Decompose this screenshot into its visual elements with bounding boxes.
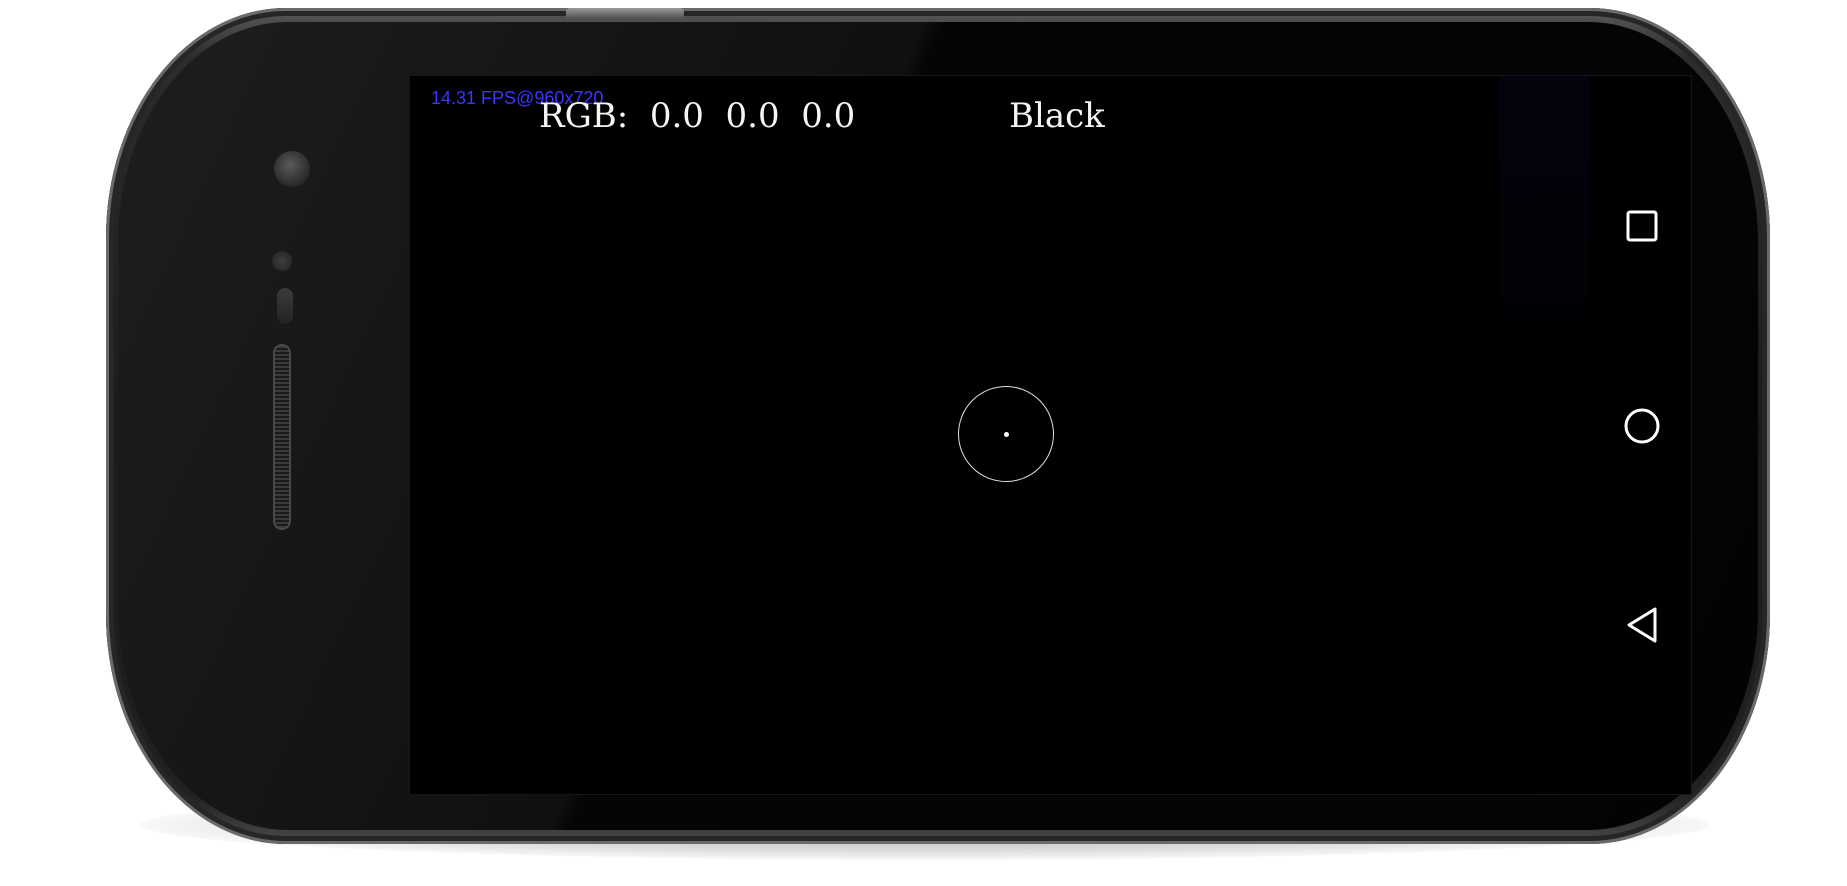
home-circle-icon[interactable] [1622, 406, 1662, 446]
detected-color-name: Black [1009, 96, 1105, 136]
earpiece-speaker-icon [273, 344, 291, 530]
preview-noise [1499, 75, 1589, 435]
power-button [566, 8, 684, 18]
light-sensor-icon [277, 288, 293, 324]
back-triangle-icon[interactable] [1622, 605, 1662, 645]
proximity-sensor-icon [272, 251, 292, 271]
phone-device-frame: 14.31 FPS@960x720 RGB: 0.0 0.0 0.0 Black [106, 8, 1770, 844]
target-reticle-icon [958, 386, 1054, 482]
rgb-readout: RGB: 0.0 0.0 0.0 [539, 96, 856, 136]
reticle-center-dot [1004, 432, 1009, 437]
recents-square-icon[interactable] [1622, 206, 1662, 246]
camera-preview-screen[interactable]: 14.31 FPS@960x720 RGB: 0.0 0.0 0.0 Black [409, 75, 1692, 795]
front-camera-icon [274, 151, 310, 187]
